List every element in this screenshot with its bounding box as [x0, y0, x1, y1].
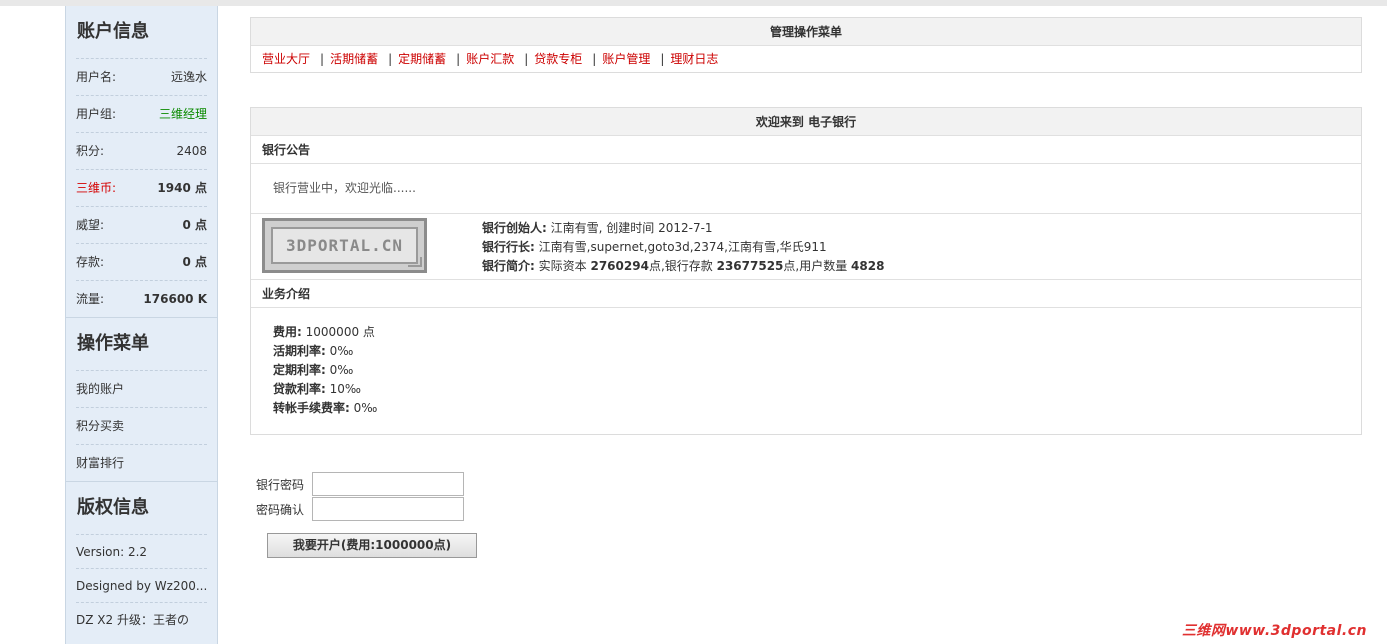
fee-line: 费用: 1000000 点: [273, 323, 1361, 342]
notice-heading: 银行公告: [251, 136, 1361, 164]
founder-line: 银行创始人: 江南有雪, 创建时间 2012-7-1: [482, 219, 884, 238]
intro-text-1: 实际资本: [538, 259, 587, 273]
capital-value: 2760294: [590, 259, 649, 273]
account-info-section: 账户信息 用户名: 远逸水 用户组: 三维经理 积分: 2408 三维币: 19…: [66, 6, 217, 318]
demand-rate-value: 0‰: [329, 344, 354, 358]
manage-menu-links: 营业大厅 | 活期储蓄 | 定期储蓄 | 账户汇款 | 贷款专柜 | 账户管理 | 理财日志: [251, 46, 1361, 72]
prestige-label: 威望:: [76, 218, 105, 232]
usergroup-value: 三维经理: [158, 107, 207, 121]
menu-link-finance-log[interactable]: 理财日志: [670, 52, 718, 66]
president-line: 银行行长: 江南有雪,supernet,goto3d,2374,江南有雪,华氏9…: [482, 238, 884, 257]
prestige-row: 威望: 0 点: [76, 206, 207, 243]
bank-info-lines: 银行创始人: 江南有雪, 创建时间 2012-7-1 银行行长: 江南有雪,su…: [482, 219, 884, 276]
intro-text-3: 点,用户数量: [783, 259, 848, 273]
watermark: 三维网www.3dportal.cn: [1181, 623, 1367, 639]
bank-info: 3DPORTAL.CN 银行创始人: 江南有雪, 创建时间 2012-7-1 银…: [251, 214, 1361, 280]
fee-value: 1000000 点: [305, 325, 375, 339]
menu-separator: |: [524, 52, 529, 66]
fee-label: 费用:: [273, 325, 302, 339]
fixed-rate-label: 定期利率:: [273, 363, 326, 377]
welcome-box: 欢迎来到 电子银行 银行公告 银行营业中，欢迎光临...... 3DPORTAL…: [250, 107, 1362, 435]
transfer-fee-line: 转帐手续费率: 0‰: [273, 399, 1361, 418]
ops-menu-title: 操作菜单: [77, 333, 149, 354]
business-details: 费用: 1000000 点 活期利率: 0‰ 定期利率: 0‰ 贷款利率: 10…: [251, 308, 1361, 434]
business-heading: 业务介绍: [251, 280, 1361, 308]
designer-text: Designed by Wz200...: [76, 568, 207, 602]
traffic-value: 176600 K: [143, 292, 207, 306]
intro-label: 银行简介:: [482, 259, 535, 273]
points-value: 2408: [176, 144, 207, 158]
points-label: 积分:: [76, 144, 105, 158]
welcome-title: 欢迎来到 电子银行: [251, 108, 1361, 136]
username-label: 用户名:: [76, 70, 117, 84]
president-label: 银行行长:: [482, 240, 535, 254]
demand-rate-label: 活期利率:: [273, 344, 326, 358]
sidebar-item-wealth-rank[interactable]: 财富排行: [76, 444, 207, 481]
loan-rate-line: 贷款利率: 10‰: [273, 380, 1361, 399]
sidebar: 账户信息 用户名: 远逸水 用户组: 三维经理 积分: 2408 三维币: 19…: [65, 6, 218, 644]
founder-label: 银行创始人:: [482, 221, 547, 235]
prestige-value: 0 点: [182, 218, 207, 232]
password-input[interactable]: [312, 472, 464, 496]
menu-link-fixed-savings[interactable]: 定期储蓄: [398, 52, 446, 66]
intro-text-2: 点,银行存款: [648, 259, 713, 273]
intro-line: 银行简介: 实际资本 2760294点,银行存款 23677525点,用户数量 …: [482, 257, 884, 276]
coins-value: 1940 点: [157, 181, 207, 195]
manage-menu-box: 管理操作菜单 营业大厅 | 活期储蓄 | 定期储蓄 | 账户汇款 | 贷款专柜 | 账户管理 | 理财日…: [250, 17, 1362, 73]
menu-separator: |: [456, 52, 461, 66]
deposit-row: 存款: 0 点: [76, 243, 207, 280]
fixed-rate-line: 定期利率: 0‰: [273, 361, 1361, 380]
upgrade-text: DZ X2 升级：王者の: [76, 602, 207, 636]
traffic-label: 流量:: [76, 292, 105, 306]
menu-separator: |: [660, 52, 665, 66]
transfer-fee-value: 0‰: [353, 401, 378, 415]
founder-value: 江南有雪, 创建时间 2012-7-1: [550, 221, 713, 235]
coins-label: 三维币:: [76, 181, 117, 195]
fixed-rate-value: 0‰: [329, 363, 354, 377]
username-value: 远逸水: [170, 70, 207, 84]
confirm-row: 密码确认: [256, 497, 464, 521]
confirm-label: 密码确认: [256, 502, 305, 517]
sidebar-item-my-account[interactable]: 我的账户: [76, 370, 207, 407]
menu-link-account-manage[interactable]: 账户管理: [602, 52, 650, 66]
open-account-button[interactable]: 我要开户(费用:1000000点): [267, 533, 477, 558]
president-value: 江南有雪,supernet,goto3d,2374,江南有雪,华氏911: [538, 240, 827, 254]
traffic-row: 流量: 176600 K: [76, 280, 207, 317]
password-row: 银行密码: [256, 472, 464, 496]
coins-row: 三维币: 1940 点: [76, 169, 207, 206]
bank-logo-text: 3DPORTAL.CN: [271, 227, 418, 264]
menu-separator: |: [388, 52, 393, 66]
loan-rate-value: 10‰: [329, 382, 362, 396]
users-value: 4828: [851, 259, 885, 273]
copyright-title: 版权信息: [77, 497, 149, 518]
menu-link-transfer[interactable]: 账户汇款: [466, 52, 514, 66]
loan-rate-label: 贷款利率:: [273, 382, 326, 396]
deposits-value: 23677525: [716, 259, 784, 273]
sidebar-item-points-trade[interactable]: 积分买卖: [76, 407, 207, 444]
menu-link-demand-savings[interactable]: 活期储蓄: [330, 52, 378, 66]
confirm-password-input[interactable]: [312, 497, 464, 521]
left-margin: [0, 6, 65, 644]
points-row: 积分: 2408: [76, 132, 207, 169]
notice-text: 银行营业中，欢迎光临......: [251, 164, 1361, 214]
demand-rate-line: 活期利率: 0‰: [273, 342, 1361, 361]
username-row: 用户名: 远逸水: [76, 58, 207, 95]
deposit-label: 存款:: [76, 255, 105, 269]
password-label: 银行密码: [256, 477, 305, 492]
usergroup-row: 用户组: 三维经理: [76, 95, 207, 132]
transfer-fee-label: 转帐手续费率:: [273, 401, 350, 415]
logo-corner-decoration: [408, 257, 422, 267]
manage-menu-title: 管理操作菜单: [251, 18, 1361, 46]
menu-separator: |: [592, 52, 597, 66]
account-info-title: 账户信息: [77, 21, 149, 42]
menu-link-lobby[interactable]: 营业大厅: [262, 52, 310, 66]
bank-logo: 3DPORTAL.CN: [262, 218, 427, 273]
copyright-section: 版权信息 Version: 2.2 Designed by Wz200... D…: [66, 482, 217, 636]
version-text: Version: 2.2: [76, 534, 207, 568]
usergroup-label: 用户组:: [76, 107, 117, 121]
deposit-value: 0 点: [182, 255, 207, 269]
menu-link-loan[interactable]: 贷款专柜: [534, 52, 582, 66]
ops-menu-section: 操作菜单 我的账户 积分买卖 财富排行: [66, 318, 217, 482]
menu-separator: |: [320, 52, 325, 66]
